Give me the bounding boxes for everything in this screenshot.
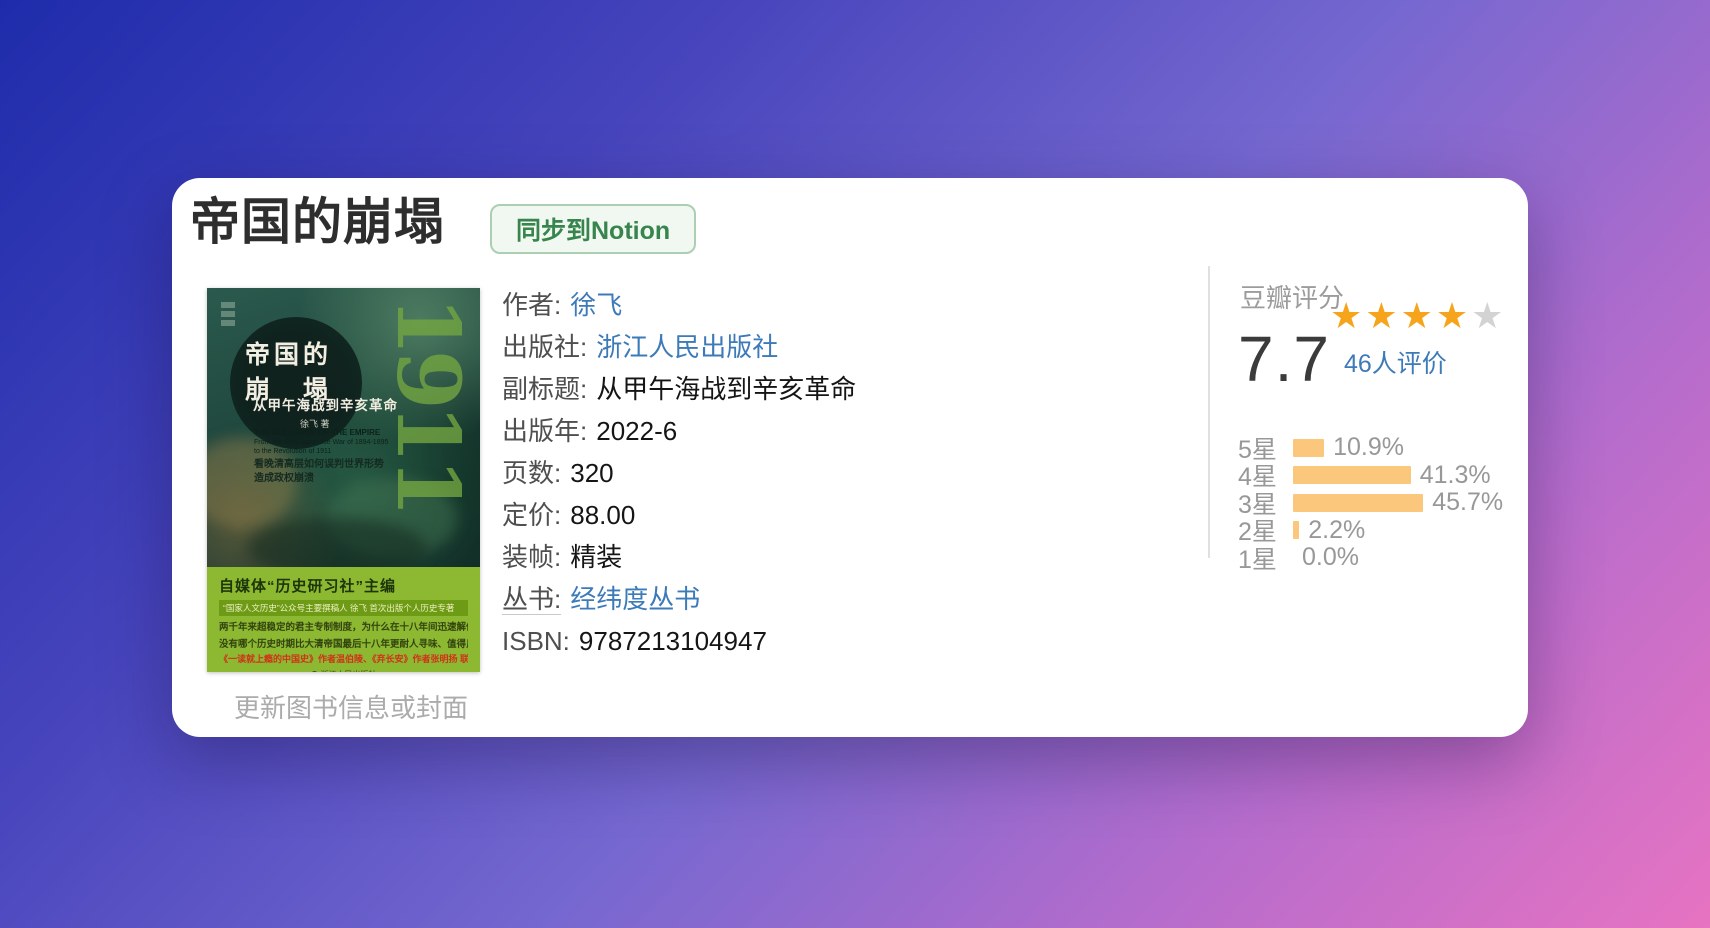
star-filled-icon: ★ <box>1330 295 1366 336</box>
rating-score: 7.7 <box>1238 323 1330 395</box>
cover-band-line: 没有哪个历史时期比大清帝国最后十八年更耐人寻味、值得反思的 <box>219 639 468 650</box>
dist-row-1star: 1星 0.0% <box>1238 543 1359 574</box>
cover-bottom-band: 自媒体“历史研习社”主编 “国家人文历史”公众号主要撰稿人 徐飞 首次出版个人历… <box>207 567 480 672</box>
star-empty-icon: ★ <box>1471 295 1507 336</box>
dist-bar <box>1293 466 1411 485</box>
cover-publisher: 浙江人民出版社 <box>219 669 468 672</box>
meta-row-series: 丛书: 经纬度丛书 <box>502 584 701 615</box>
series-link[interactable]: 经纬度丛书 <box>570 584 700 614</box>
votes-link[interactable]: 46人评价 <box>1344 344 1447 380</box>
dist-bar <box>1293 521 1300 540</box>
cover-band-line: 两千年来超稳定的君主专制制度，为什么在十八年间迅速解体？ <box>219 622 468 633</box>
cover-english-title: THE COLLAPSE OF THE EMPIRE From the Sino… <box>254 428 389 455</box>
rating-header: 豆瓣评分 <box>1240 283 1345 313</box>
meta-row-author: 作者: 徐飞 <box>502 290 623 320</box>
meta-row-isbn: ISBN: 9787213104947 <box>502 626 767 656</box>
cover-band-heading: 自媒体“历史研习社”主编 <box>219 578 397 595</box>
publisher-logo-icon <box>310 671 318 672</box>
series-seal-mark <box>221 302 235 336</box>
meta-row-publisher: 出版社: 浙江人民出版社 <box>502 332 779 362</box>
cover-tagline: 看晚清高层如何误判世界形势 造成政权崩溃 <box>254 459 384 484</box>
star-filled-icon: ★ <box>1435 295 1472 336</box>
vertical-divider <box>1208 266 1210 558</box>
dist-bar <box>1293 438 1325 457</box>
meta-row-pages: 页数: 320 <box>502 458 614 488</box>
meta-row-price: 定价: 88.00 <box>502 500 636 530</box>
star-filled-icon: ★ <box>1400 295 1436 336</box>
author-link[interactable]: 徐飞 <box>570 290 622 320</box>
meta-row-subtitle: 副标题: 从甲午海战到辛亥革命 <box>502 374 857 404</box>
book-metadata-list: 作者: 徐飞 出版社: 浙江人民出版社 副标题: 从甲午海战到辛亥革命 出版年: 202… <box>502 284 856 662</box>
book-info-card: 帝国的崩塌 同步到Notion 1911 帝国的崩 塌 从甲午海战到辛亥革命 徐… <box>172 178 1528 737</box>
meta-row-pubyear: 出版年: 2022-6 <box>502 416 678 446</box>
sync-to-notion-button[interactable]: 同步到Notion <box>490 204 697 254</box>
update-book-info-link[interactable]: 更新图书信息或封面 <box>234 688 468 725</box>
star-rating: ★★★★★ <box>1330 298 1506 334</box>
publisher-link[interactable]: 浙江人民出版社 <box>596 332 778 362</box>
page-title: 帝国的崩塌 <box>190 194 445 250</box>
cover-subtitle: 从甲午海战到辛亥革命 <box>253 398 398 413</box>
cover-artwork: 1911 帝国的崩 塌 从甲午海战到辛亥革命 徐飞 著 THE COLLAPSE… <box>207 288 480 578</box>
star-filled-icon: ★ <box>1365 295 1401 336</box>
cover-band-sub: “国家人文历史”公众号主要撰稿人 徐飞 首次出版个人历史专著 <box>219 600 468 616</box>
meta-row-binding: 装帧: 精装 <box>502 542 623 572</box>
dist-bar <box>1293 493 1424 512</box>
cover-band-recommendation: 《一读就上瘾的中国史》作者温伯陵、《弃长安》作者张明扬 联合推荐 <box>219 654 468 664</box>
book-cover[interactable]: 1911 帝国的崩 塌 从甲午海战到辛亥革命 徐飞 著 THE COLLAPSE… <box>207 288 480 672</box>
rating-distribution: 5星 10.9% 4星 41.3% 3星 45.7% 2星 2.2% 1星 0.0% <box>1238 433 1503 574</box>
